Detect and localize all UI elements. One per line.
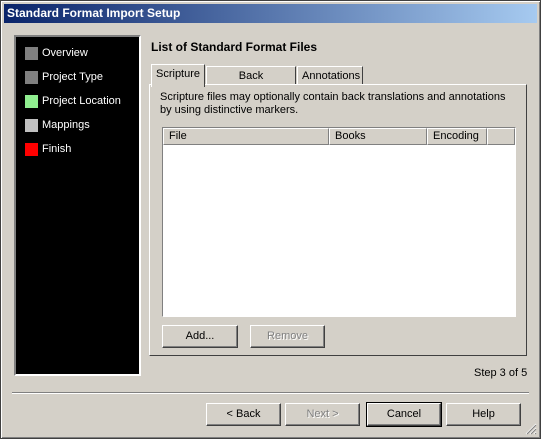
wizard-window: Standard Format Import Setup Overview Pr… bbox=[0, 0, 541, 439]
column-header-books[interactable]: Books bbox=[329, 128, 427, 145]
step-status-icon bbox=[25, 142, 38, 156]
steps-sidebar: Overview Project Type Project Location M… bbox=[14, 35, 141, 376]
description-text: Scripture files may optionally contain b… bbox=[160, 91, 506, 116]
step-indicator: Step 3 of 5 bbox=[474, 367, 528, 379]
remove-button[interactable]: Remove bbox=[250, 325, 325, 348]
column-header-filler bbox=[487, 128, 515, 145]
step-status-icon bbox=[25, 46, 38, 60]
step-status-icon bbox=[25, 118, 38, 132]
back-button[interactable]: < Back bbox=[206, 403, 281, 426]
footer-divider bbox=[12, 392, 529, 394]
cancel-button[interactable]: Cancel bbox=[366, 402, 442, 427]
step-label: Project Location bbox=[42, 95, 121, 107]
column-header-encoding[interactable]: Encoding bbox=[427, 128, 487, 145]
step-status-icon bbox=[25, 94, 38, 108]
step-finish: Finish bbox=[25, 141, 71, 157]
window-title: Standard Format Import Setup bbox=[7, 6, 181, 20]
tab-back-translation[interactable]: Back Translation bbox=[206, 66, 296, 100]
tab-annotations[interactable]: Annotations bbox=[297, 66, 363, 86]
step-overview: Overview bbox=[25, 45, 88, 61]
step-project-type: Project Type bbox=[25, 69, 103, 85]
page-title: List of Standard Format Files bbox=[151, 40, 318, 54]
step-mappings: Mappings bbox=[25, 117, 90, 133]
next-button[interactable]: Next > bbox=[285, 403, 360, 426]
step-label: Project Type bbox=[42, 71, 103, 83]
tab-panel-scripture: Scripture files may optionally contain b… bbox=[149, 84, 527, 356]
step-label: Overview bbox=[42, 47, 88, 59]
step-status-icon bbox=[25, 70, 38, 84]
step-project-location: Project Location bbox=[25, 93, 121, 109]
step-label: Finish bbox=[42, 143, 72, 155]
file-list[interactable]: File Books Encoding bbox=[162, 127, 516, 317]
step-label: Mappings bbox=[42, 119, 90, 131]
title-bar: Standard Format Import Setup bbox=[4, 4, 537, 23]
tab-scripture[interactable]: Scripture bbox=[151, 64, 205, 87]
resize-grip-icon[interactable] bbox=[525, 423, 537, 435]
help-button[interactable]: Help bbox=[446, 403, 521, 426]
add-button[interactable]: Add... bbox=[162, 325, 238, 348]
column-header-file[interactable]: File bbox=[163, 128, 329, 145]
list-header: File Books Encoding bbox=[163, 128, 515, 145]
